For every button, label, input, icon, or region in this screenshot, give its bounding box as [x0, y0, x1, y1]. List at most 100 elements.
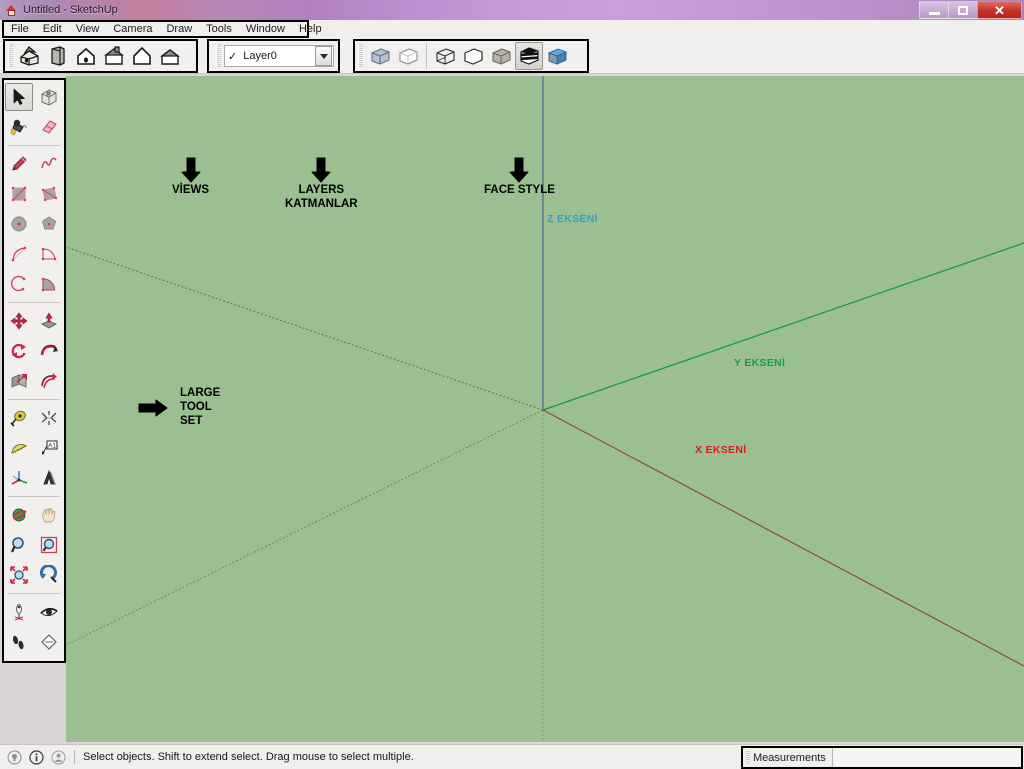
menu-item-help[interactable]: Help: [292, 22, 329, 36]
layers-toolbar-grip[interactable]: [216, 44, 221, 68]
annotation-views-label: VİEWS: [172, 184, 210, 196]
title-bar-left: Untitled - SketchUp: [0, 0, 118, 20]
arc-tool[interactable]: [5, 240, 33, 268]
minimize-icon: [928, 11, 940, 15]
shaded-style-button[interactable]: [459, 42, 487, 70]
zoom-tool[interactable]: [5, 531, 33, 559]
tool-row: [4, 336, 64, 366]
look-around-tool[interactable]: [35, 598, 63, 626]
close-icon: ✕: [994, 2, 1005, 18]
two-point-arc-tool[interactable]: [35, 240, 63, 268]
shaded-texture-style-button[interactable]: [487, 42, 515, 70]
line-tool[interactable]: [5, 150, 33, 178]
top-view-button[interactable]: [100, 42, 128, 70]
tool-row: [4, 366, 64, 396]
dimension-tool[interactable]: [35, 404, 63, 432]
freehand-tool[interactable]: [35, 150, 63, 178]
back-edges-style-button[interactable]: [543, 42, 571, 70]
monochrome-box-icon: [517, 45, 541, 67]
orbit-tool[interactable]: [5, 501, 33, 529]
text-tool[interactable]: A1: [35, 434, 63, 462]
right-view-button[interactable]: [156, 42, 184, 70]
axes-tool[interactable]: [5, 464, 33, 492]
toolbar-grip[interactable]: [8, 44, 13, 68]
drawing-canvas[interactable]: Z EKSENİ Y EKSENİ X EKSENİ VİEWS LAYERS …: [66, 76, 1024, 742]
front-view-button[interactable]: [72, 42, 100, 70]
3d-text-tool[interactable]: [35, 464, 63, 492]
check-icon: ✓: [228, 50, 238, 63]
menu-item-view[interactable]: View: [69, 22, 107, 36]
annotation-face-style: FACE STYLE: [484, 157, 555, 197]
annotation-face-style-label: FACE STYLE: [484, 184, 555, 196]
rectangle-tool[interactable]: [5, 180, 33, 208]
house-right-icon: [158, 45, 182, 67]
tool-row: [4, 597, 64, 627]
text-label-icon: A1: [39, 438, 59, 458]
y-axis-label: Y EKSENİ: [734, 357, 786, 369]
polygon-tool[interactable]: [35, 210, 63, 238]
iso-view-button[interactable]: [16, 42, 44, 70]
previous-view-tool[interactable]: [35, 561, 63, 589]
menu-item-file[interactable]: File: [9, 22, 36, 36]
wireframe-box-icon: [396, 45, 420, 67]
push-pull-tool[interactable]: [35, 307, 63, 335]
z-axis-label: Z EKSENİ: [547, 213, 598, 225]
walk-tool[interactable]: [5, 628, 33, 656]
close-button[interactable]: ✕: [977, 1, 1022, 19]
house-iso-icon: [18, 45, 42, 67]
monochrome-style-button[interactable]: [515, 42, 543, 70]
menu-item-edit[interactable]: Edit: [36, 22, 69, 36]
section-plane-tool[interactable]: [35, 628, 63, 656]
tape-measure-tool[interactable]: [5, 404, 33, 432]
select-tool[interactable]: [5, 83, 33, 111]
menu-item-camera[interactable]: Camera: [106, 22, 159, 36]
layer-select[interactable]: ✓ Layer0: [224, 45, 334, 67]
status-bar-icons: [0, 749, 66, 765]
zoom-extents-tool[interactable]: [5, 561, 33, 589]
pie-tool[interactable]: [35, 270, 63, 298]
protractor-tool[interactable]: [5, 434, 33, 462]
paint-bucket-tool[interactable]: [5, 113, 33, 141]
chevron-down-icon[interactable]: [315, 46, 332, 66]
restore-icon: [958, 5, 968, 15]
eraser-tool[interactable]: [35, 113, 63, 141]
tip-bulb-icon[interactable]: [7, 750, 22, 765]
house-left-icon: [130, 45, 154, 67]
menu-item-window[interactable]: Window: [239, 22, 292, 36]
menu-bar: File Edit View Camera Draw Tools Window …: [2, 20, 322, 38]
measurements-input[interactable]: [832, 748, 1021, 767]
pencil-icon: [9, 154, 29, 174]
measurements-grip[interactable]: [746, 750, 750, 765]
move-tool[interactable]: [5, 307, 33, 335]
tool-separator: [8, 399, 60, 400]
left-view-button[interactable]: [128, 42, 156, 70]
back-view-button[interactable]: [44, 42, 72, 70]
user-icon[interactable]: [51, 750, 66, 765]
restore-button[interactable]: [948, 1, 977, 19]
paint-bucket-icon: [9, 117, 29, 137]
follow-me-tool[interactable]: [35, 337, 63, 365]
face-style-toolbar-grip[interactable]: [358, 44, 363, 68]
xray-style-button[interactable]: [366, 42, 394, 70]
scale-tool[interactable]: [5, 367, 33, 395]
hidden-line-style-button[interactable]: [431, 42, 459, 70]
offset-tool[interactable]: [35, 367, 63, 395]
rectangle-icon: [9, 184, 29, 204]
zoom-window-tool[interactable]: [35, 531, 63, 559]
tool-row: [4, 306, 64, 336]
three-point-arc-tool[interactable]: [5, 270, 33, 298]
minimize-button[interactable]: [919, 1, 948, 19]
circle-tool[interactable]: [5, 210, 33, 238]
annotation-layers-label-2: KATMANLAR: [285, 198, 358, 210]
info-icon[interactable]: [29, 749, 44, 765]
menu-item-draw[interactable]: Draw: [159, 22, 199, 36]
position-camera-tool[interactable]: [5, 598, 33, 626]
rotate-tool[interactable]: [5, 337, 33, 365]
menu-item-tools[interactable]: Tools: [199, 22, 239, 36]
wireframe-style-button[interactable]: [394, 42, 422, 70]
rotated-rectangle-tool[interactable]: [35, 180, 63, 208]
make-component-tool[interactable]: [35, 83, 63, 111]
previous-view-icon: [39, 565, 59, 585]
pan-tool[interactable]: [35, 501, 63, 529]
annotation-large-tool-set-label-3: SET: [180, 415, 203, 427]
